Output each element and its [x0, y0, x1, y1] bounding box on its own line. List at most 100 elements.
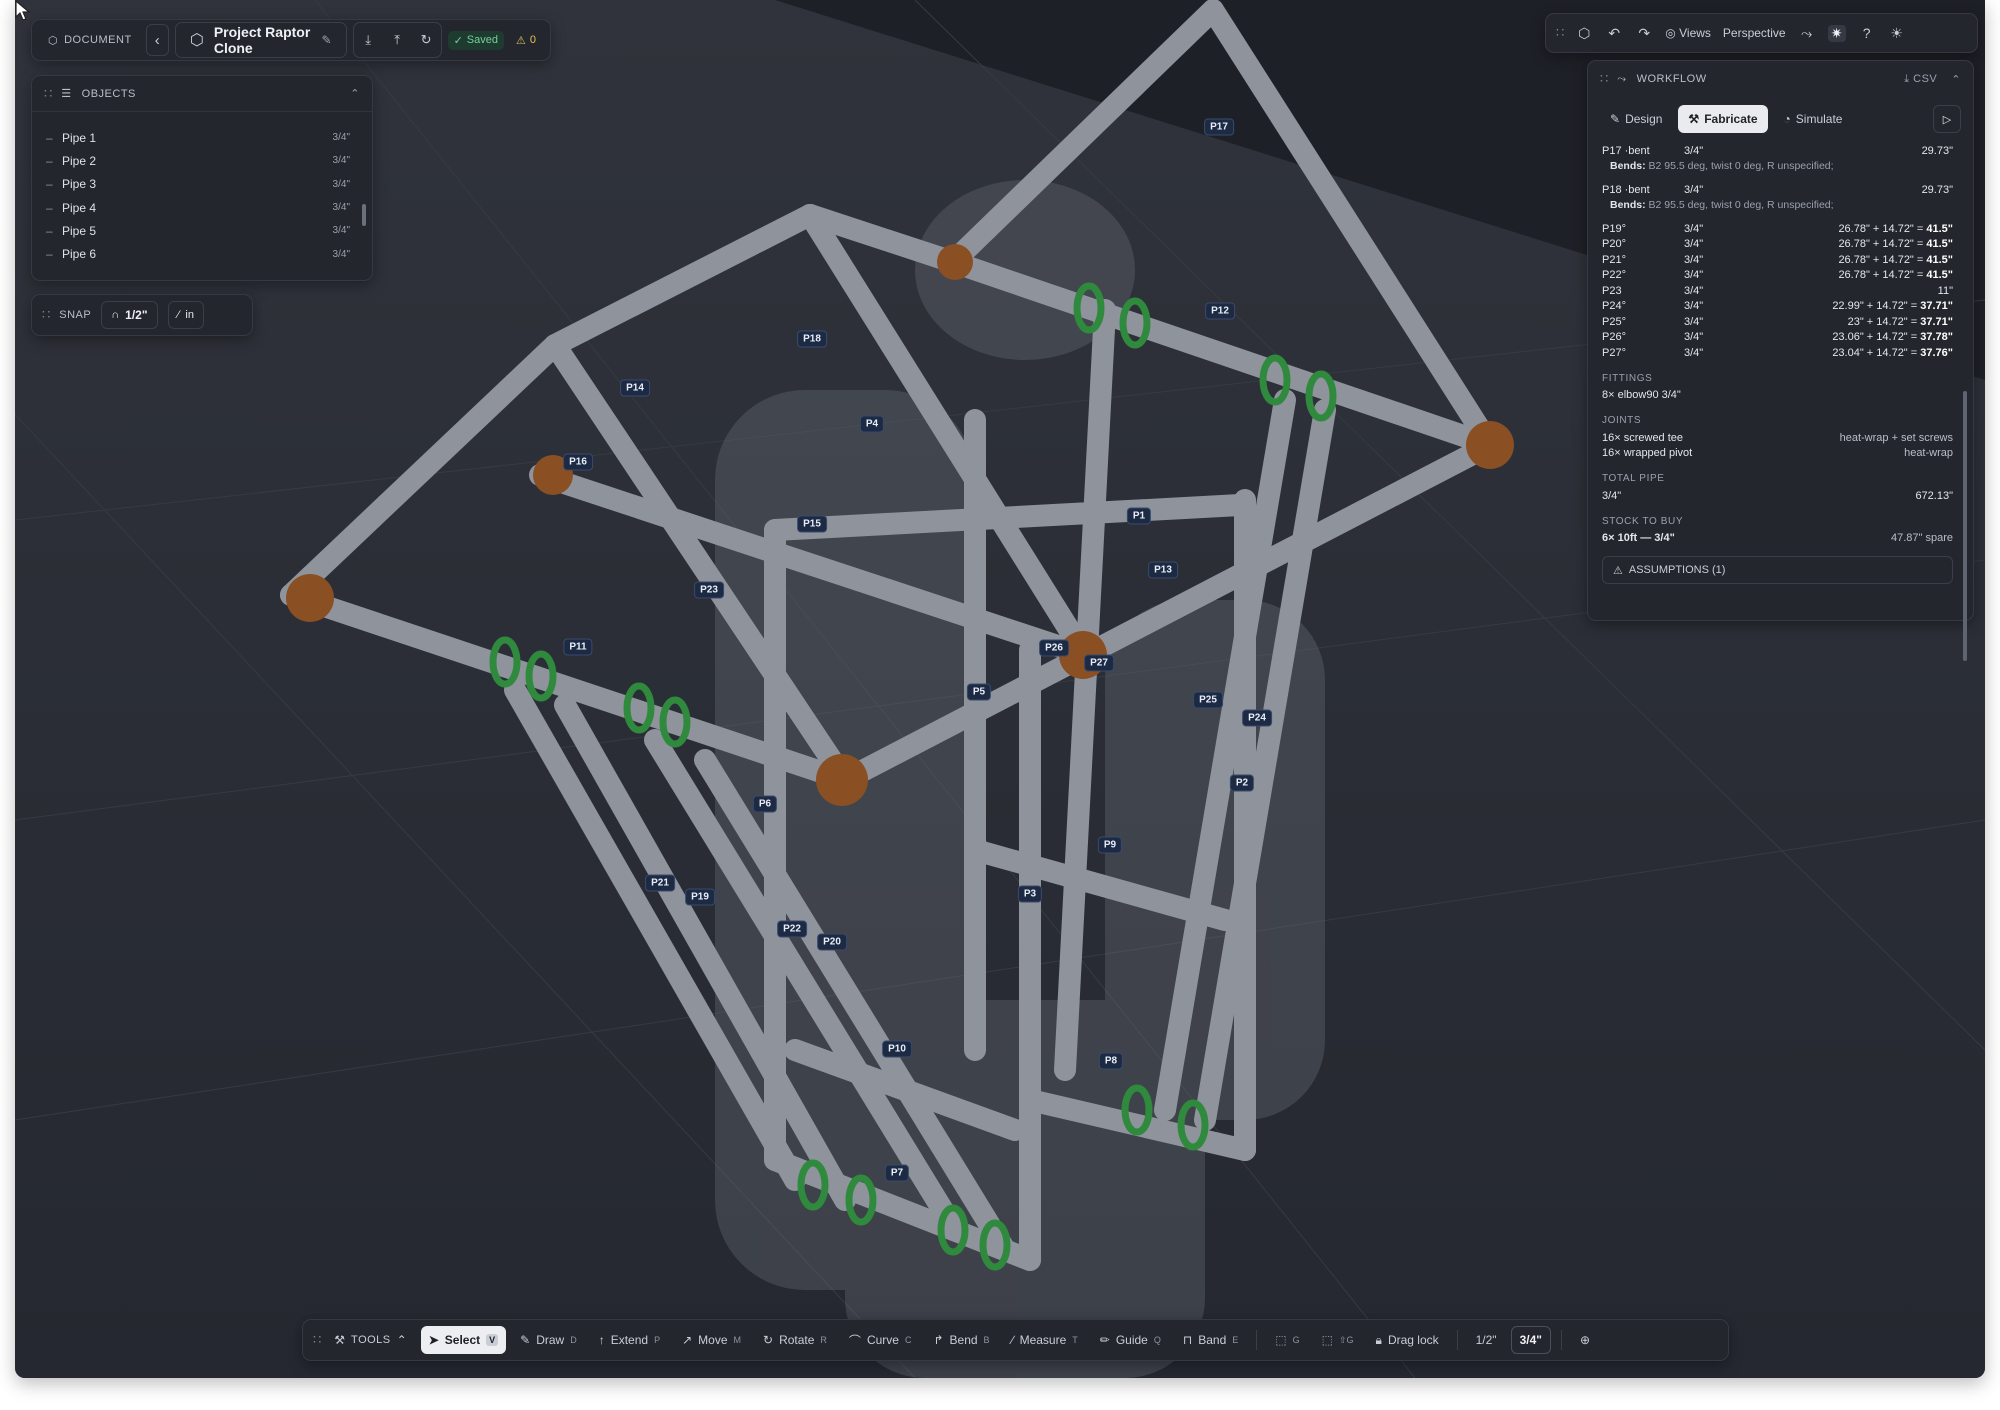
- group-button[interactable]: ⬚ G: [1267, 1326, 1307, 1354]
- pipe-label-p22[interactable]: P22: [777, 920, 807, 938]
- pipe-label-p8[interactable]: P8: [1098, 1052, 1124, 1070]
- list-item[interactable]: – Pipe 5 3/4": [46, 219, 358, 242]
- document-section[interactable]: ⬡ DOCUMENT: [40, 24, 140, 56]
- list-item[interactable]: – Pipe 2 3/4": [46, 149, 358, 172]
- pipe-label-p19[interactable]: P19: [685, 888, 715, 906]
- measure-tool-button[interactable]: ∕ Measure T: [1004, 1326, 1086, 1354]
- list-item[interactable]: – Pipe 6 3/4": [46, 242, 358, 265]
- pipe-label-p24[interactable]: P24: [1242, 709, 1272, 727]
- tab-design[interactable]: ✎ Design: [1600, 105, 1672, 133]
- pipe-label-p6[interactable]: P6: [752, 795, 778, 813]
- pipe-label-p15[interactable]: P15: [797, 515, 827, 533]
- pipe-label-p16[interactable]: P16: [563, 453, 593, 471]
- pipe-label-p23[interactable]: P23: [694, 581, 724, 599]
- drag-lock-button[interactable]: 🔒︎ Drag lock: [1368, 1326, 1447, 1354]
- drag-handle-icon[interactable]: ∷: [44, 86, 52, 102]
- list-item[interactable]: – Pipe 1 3/4": [46, 126, 358, 149]
- tab-label: Design: [1625, 112, 1663, 126]
- warnings-badge[interactable]: ⚠ 0: [510, 31, 542, 50]
- drag-handle-icon[interactable]: ∷: [42, 307, 50, 323]
- sun-icon[interactable]: ☀: [1888, 25, 1906, 42]
- size-option-three-quarter[interactable]: 3/4": [1510, 1326, 1551, 1354]
- curve-tool-button[interactable]: ⌒ Curve C: [841, 1326, 920, 1354]
- tab-fabricate[interactable]: ⚒ Fabricate: [1678, 105, 1768, 133]
- pipe-label-p11[interactable]: P11: [563, 638, 593, 656]
- cursor-icon: ➤: [428, 1333, 439, 1347]
- draw-tool-button[interactable]: ✎ Draw D: [512, 1326, 585, 1354]
- tool-key: ⇧G: [1339, 1334, 1354, 1345]
- pipe-label-p27[interactable]: P27: [1084, 654, 1114, 672]
- collapse-chevron-icon[interactable]: ⌃: [350, 87, 360, 100]
- pipe-label-p12[interactable]: P12: [1205, 302, 1235, 320]
- stock-label: 6× 10ft — 3/4": [1602, 532, 1675, 545]
- workflow-title: WORKFLOW: [1636, 73, 1707, 85]
- band-tool-button[interactable]: ⊓ Band E: [1175, 1326, 1246, 1354]
- import-file-icon[interactable]: ⤓: [354, 32, 383, 48]
- crosshair-icon[interactable]: ⊕: [1572, 1326, 1598, 1354]
- document-title-box[interactable]: ⬡ Project Raptor Clone ✎: [174, 22, 347, 58]
- tool-label: Guide: [1115, 1333, 1148, 1347]
- objects-scrollbar[interactable]: [362, 204, 366, 226]
- pipe-label-p3[interactable]: P3: [1017, 885, 1043, 903]
- tools-menu[interactable]: ⚒ TOOLS ⌃: [326, 1326, 414, 1354]
- divider: [1560, 1330, 1562, 1350]
- move-tool-button[interactable]: ↗ Move M: [674, 1326, 749, 1354]
- size-option-half[interactable]: 1/2": [1468, 1326, 1505, 1354]
- extend-tool-button[interactable]: ↑ Extend P: [591, 1326, 668, 1354]
- run-button[interactable]: ▷: [1933, 105, 1961, 133]
- list-item[interactable]: – Pipe 4 3/4": [46, 196, 358, 219]
- pipe-label-p10[interactable]: P10: [882, 1040, 912, 1058]
- assumptions-button[interactable]: ⚠ ASSUMPTIONS (1): [1602, 556, 1953, 584]
- route-icon[interactable]: ⤳: [1798, 25, 1816, 42]
- sparkles-icon[interactable]: ✷: [1827, 24, 1846, 42]
- projection-button[interactable]: Perspective: [1723, 26, 1786, 40]
- snap-value-button[interactable]: ∩ 1/2": [101, 301, 158, 329]
- drag-handle-icon[interactable]: ∷: [1600, 71, 1608, 87]
- export-file-icon[interactable]: ⤒: [383, 32, 412, 48]
- warning-triangle-icon: ⚠: [1613, 564, 1623, 577]
- pipe-label-p26[interactable]: P26: [1039, 639, 1069, 657]
- pipe-label-p1[interactable]: P1: [1126, 507, 1152, 525]
- back-button[interactable]: ‹: [145, 24, 169, 56]
- views-button[interactable]: ◎ Views: [1665, 26, 1711, 40]
- pipe-label-p4[interactable]: P4: [859, 415, 885, 433]
- cut-formula: 23" + 14.72" =: [1847, 315, 1921, 328]
- bend-tool-button[interactable]: ↱ Bend B: [925, 1326, 997, 1354]
- pencil-icon[interactable]: ✎: [322, 33, 332, 47]
- pipe-label-p17[interactable]: P17: [1204, 118, 1234, 136]
- workflow-scrollbar[interactable]: [1963, 391, 1967, 661]
- drag-handle-icon[interactable]: ∷: [313, 1332, 321, 1348]
- objects-list: – Pipe 1 3/4" – Pipe 2 3/4" – Pipe 3 3/4" – Pip…: [32, 112, 372, 266]
- list-item[interactable]: – Pipe 3 3/4": [46, 173, 358, 196]
- guide-tool-button[interactable]: ✏ Guide Q: [1092, 1326, 1169, 1354]
- tool-label: Band: [1198, 1333, 1227, 1347]
- cut-row: P23 3/4" 11": [1602, 283, 1953, 299]
- objects-panel-header: ∷ ☰ OBJECTS ⌃: [32, 76, 372, 112]
- cut-size: 3/4": [1684, 331, 1704, 344]
- pipe-label-p18[interactable]: P18: [797, 330, 827, 348]
- undo-icon[interactable]: ↶: [1605, 25, 1623, 42]
- unit-button[interactable]: ∕ in: [167, 301, 204, 329]
- object-size: 3/4": [332, 178, 350, 190]
- collapse-chevron-icon[interactable]: ⌃: [1951, 73, 1961, 86]
- tab-simulate[interactable]: ◔ Simulate: [1774, 105, 1853, 133]
- refresh-icon[interactable]: ↻: [412, 32, 441, 48]
- pipe-label-p2[interactable]: P2: [1229, 774, 1255, 792]
- ungroup-button[interactable]: ⬚ ⇧G: [1314, 1326, 1362, 1354]
- pipe-label-p25[interactable]: P25: [1193, 691, 1223, 709]
- pipe-label-p21[interactable]: P21: [645, 874, 675, 892]
- select-tool-button[interactable]: ➤ Select V: [420, 1326, 507, 1354]
- redo-icon[interactable]: ↷: [1635, 25, 1653, 42]
- rotate-tool-button[interactable]: ↻ Rotate R: [755, 1326, 835, 1354]
- pipe-label-p20[interactable]: P20: [817, 933, 847, 951]
- pipe-label-p14[interactable]: P14: [620, 379, 650, 397]
- pipe-label-p13[interactable]: P13: [1148, 561, 1178, 579]
- pipe-label-p9[interactable]: P9: [1097, 836, 1123, 854]
- cube-view-icon[interactable]: ⬡: [1575, 25, 1593, 42]
- drag-handle-icon[interactable]: ∷: [1556, 25, 1564, 41]
- pipe-label-p7[interactable]: P7: [884, 1164, 910, 1182]
- help-icon[interactable]: ?: [1858, 25, 1876, 41]
- csv-export-button[interactable]: ⤓ CSV: [1904, 73, 1937, 86]
- total-pipe-row: 3/4" 672.13": [1602, 488, 1953, 504]
- pipe-label-p5[interactable]: P5: [966, 683, 992, 701]
